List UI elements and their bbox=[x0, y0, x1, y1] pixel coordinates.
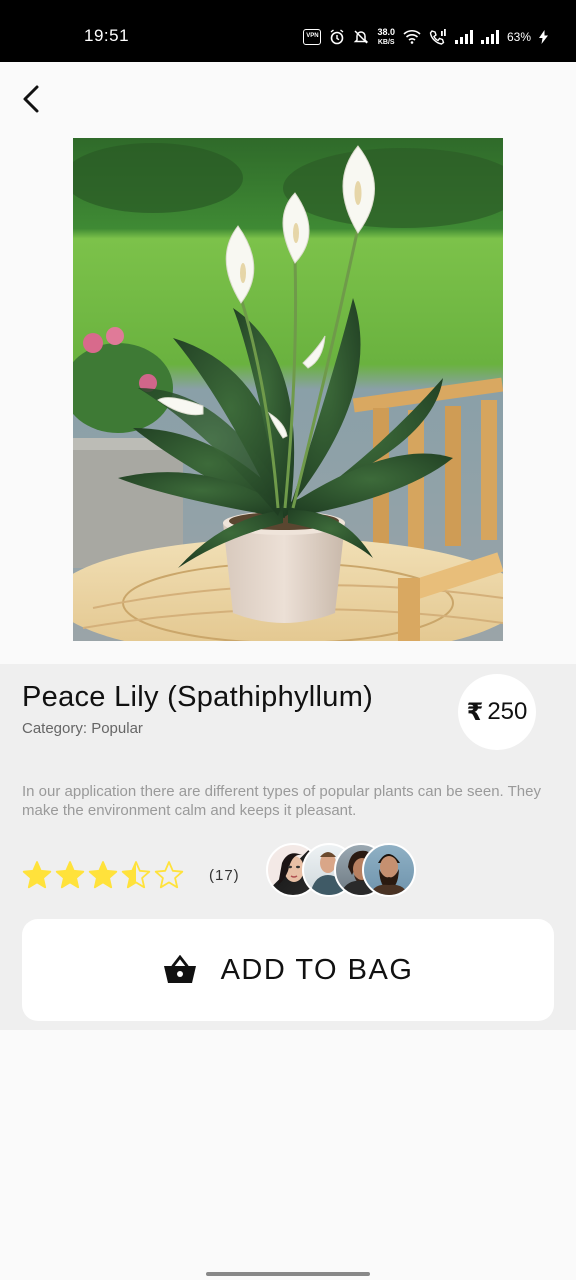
call-icon bbox=[429, 29, 446, 45]
net-speed-unit: KB/S bbox=[377, 38, 395, 46]
price-value: 250 bbox=[487, 698, 528, 725]
peace-lily-plant-photo bbox=[73, 138, 503, 641]
currency-symbol: ₹ bbox=[466, 698, 484, 726]
star-filled-icon bbox=[22, 861, 52, 889]
charging-icon bbox=[539, 30, 548, 44]
back-button[interactable] bbox=[14, 80, 48, 118]
status-icons: VPN 38.0 KB/S 63% bbox=[303, 26, 548, 48]
product-image bbox=[73, 138, 503, 641]
signal-icon bbox=[454, 30, 473, 44]
product-title: Peace Lily (Spathiphyllum) bbox=[22, 681, 374, 713]
star-filled-icon bbox=[55, 861, 85, 889]
status-time: 19:51 bbox=[84, 26, 130, 45]
vpn-icon: VPN bbox=[303, 29, 322, 45]
rating-stars bbox=[22, 860, 187, 890]
home-indicator[interactable] bbox=[206, 1272, 370, 1276]
avatar[interactable] bbox=[362, 843, 416, 897]
battery-percent: 63% bbox=[506, 30, 531, 44]
net-speed-value: 38.0 bbox=[377, 26, 395, 37]
product-description: In our application there are different t… bbox=[22, 783, 541, 819]
chevron-left-icon bbox=[23, 85, 39, 113]
product-category: Category: Popular bbox=[22, 720, 143, 737]
rating-count: (17) bbox=[209, 866, 240, 884]
add-to-bag-label: ADD TO BAG bbox=[220, 953, 414, 986]
product-details: Peace Lily (Spathiphyllum) Category: Pop… bbox=[0, 664, 576, 1030]
wifi-icon bbox=[403, 30, 421, 44]
alarm-icon bbox=[331, 29, 344, 45]
signal-icon bbox=[480, 30, 499, 44]
star-half-icon bbox=[121, 861, 151, 889]
status-bar: 19:51 VPN 38.0 KB/S 63% bbox=[0, 0, 576, 62]
star-filled-icon bbox=[88, 861, 118, 889]
star-empty-icon bbox=[154, 861, 184, 889]
price-badge: ₹ 250 bbox=[458, 674, 536, 750]
net-speed: 38.0 KB/S bbox=[377, 26, 395, 47]
rating: (17) bbox=[22, 860, 240, 890]
add-to-bag-button[interactable]: ADD TO BAG bbox=[22, 919, 554, 1021]
shopping-basket-icon bbox=[163, 955, 196, 983]
mute-icon bbox=[354, 30, 369, 44]
